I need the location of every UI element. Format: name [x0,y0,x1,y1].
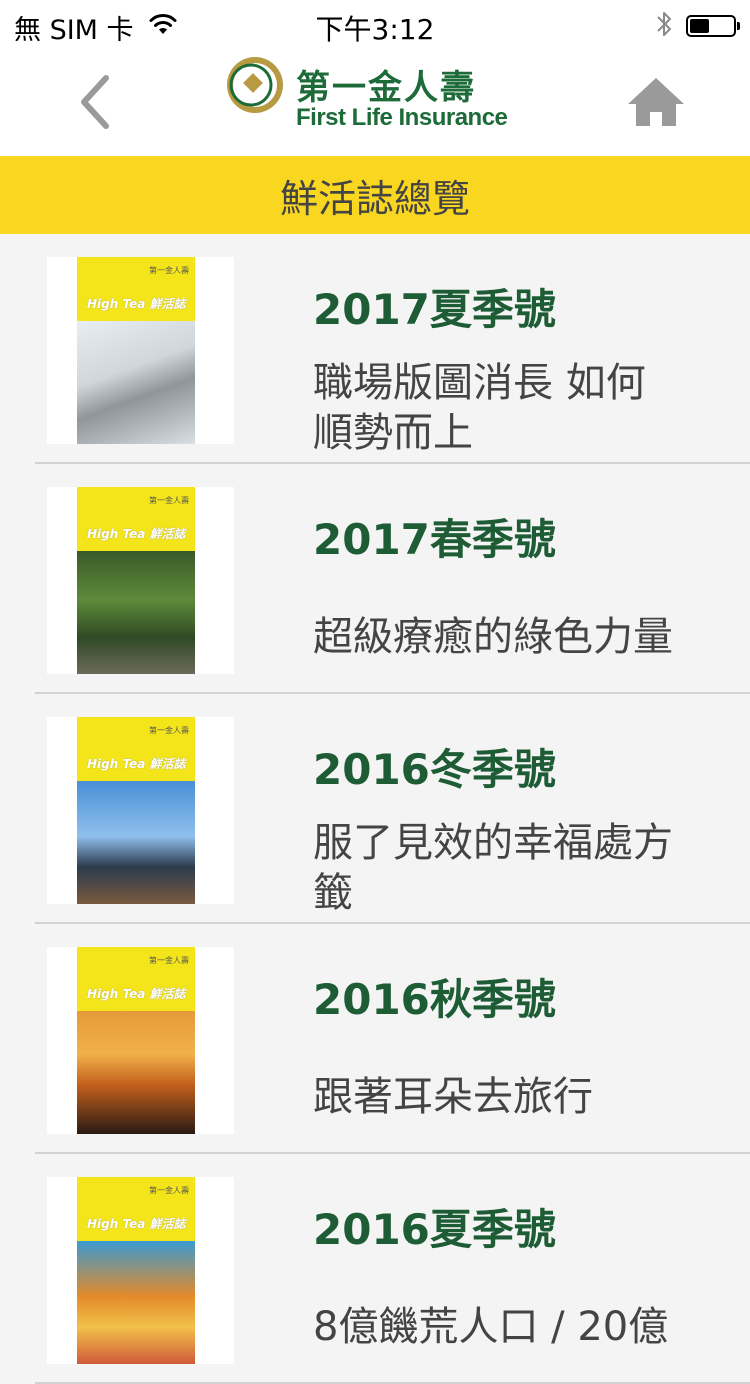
list-item[interactable]: 第一金人壽 High Tea 鮮活誌 2017夏季號 職場版圖消長 如何 順勢而上 [0,234,750,464]
list-item[interactable]: 第一金人壽 High Tea 鮮活誌 2016冬季號 服了見效的幸福處方籤 [0,694,750,924]
issue-description: 超級療癒的綠色力量 [313,612,713,662]
issue-description-line: 服了見效的幸福處方 [313,820,673,866]
cover-brand: 第一金人壽 [149,1186,189,1195]
cover-thumbnail: 第一金人壽 High Tea 鮮活誌 [47,487,234,674]
issue-description: 服了見效的幸福處方籤 [313,818,713,918]
issue-description: 8億饑荒人口 / 20億 [313,1302,713,1352]
cover-brand: 第一金人壽 [149,266,189,275]
issue-description-line: 順勢而上 [313,410,473,456]
logo: 第一金人壽 First Life Insurance [224,54,514,144]
battery-icon [686,15,740,37]
issue-list: 第一金人壽 High Tea 鮮活誌 2017夏季號 職場版圖消長 如何 順勢而上… [0,234,750,1384]
cover-photo [77,1011,195,1134]
cover-thumbnail: 第一金人壽 High Tea 鮮活誌 [47,1177,234,1364]
logo-mark-icon [227,57,283,113]
list-item[interactable]: 第一金人壽 High Tea 鮮活誌 2016秋季號 跟著耳朵去旅行 [0,924,750,1154]
cover-image: 第一金人壽 High Tea 鮮活誌 [77,257,195,444]
issue-description-line: 超級療癒的綠色力量 [313,614,673,660]
home-icon [628,78,684,126]
issue-description-line: 籤 [313,870,353,916]
issue-title: 2017夏季號 [313,285,556,334]
list-item[interactable]: 第一金人壽 High Tea 鮮活誌 2017春季號 超級療癒的綠色力量 [0,464,750,694]
cover-photo [77,551,195,674]
cover-image: 第一金人壽 High Tea 鮮活誌 [77,1177,195,1364]
issue-title: 2016夏季號 [313,1205,556,1254]
cover-image: 第一金人壽 High Tea 鮮活誌 [77,717,195,904]
issue-description: 職場版圖消長 如何 順勢而上 [313,358,713,458]
cover-brand: 第一金人壽 [149,956,189,965]
issue-description-line: 跟著耳朵去旅行 [313,1074,593,1120]
cover-title: High Tea 鮮活誌 [87,527,186,541]
list-item[interactable]: 第一金人壽 High Tea 鮮活誌 2016夏季號 8億饑荒人口 / 20億 [0,1154,750,1384]
cover-brand: 第一金人壽 [149,726,189,735]
cover-brand: 第一金人壽 [149,496,189,505]
cover-title: High Tea 鮮活誌 [87,987,186,1001]
nav-bar: 第一金人壽 First Life Insurance [0,50,750,156]
issue-description: 跟著耳朵去旅行 [313,1072,713,1122]
cover-photo [77,781,195,904]
logo-chinese-text: 第一金人壽 [296,68,476,108]
issue-description-line: 職場版圖消長 如何 [313,360,646,406]
cover-title: High Tea 鮮活誌 [87,1217,186,1231]
home-button[interactable] [624,70,688,134]
back-button[interactable] [72,70,122,134]
cover-thumbnail: 第一金人壽 High Tea 鮮活誌 [47,947,234,1134]
chevron-left-icon [81,75,109,129]
issue-title: 2016冬季號 [313,745,556,794]
issue-title: 2016秋季號 [313,975,556,1024]
cover-image: 第一金人壽 High Tea 鮮活誌 [77,487,195,674]
status-right [656,10,740,42]
cover-image: 第一金人壽 High Tea 鮮活誌 [77,947,195,1134]
battery-fill [690,19,709,33]
issue-title: 2017春季號 [313,515,556,564]
status-bar: 無 SIM 卡 下午3:12 [0,0,750,50]
cover-thumbnail: 第一金人壽 High Tea 鮮活誌 [47,717,234,904]
cover-title: High Tea 鮮活誌 [87,757,186,771]
cover-photo [77,1241,195,1364]
cover-photo [77,321,195,444]
page-title: 鮮活誌總覽 [0,156,750,234]
status-time: 下午3:12 [315,13,435,46]
bluetooth-icon [656,10,672,42]
cover-thumbnail: 第一金人壽 High Tea 鮮活誌 [47,257,234,444]
issue-description-line: 8億饑荒人口 / 20億 [313,1304,669,1350]
cover-title: High Tea 鮮活誌 [87,297,186,311]
logo-english-text: First Life Insurance [296,104,508,131]
